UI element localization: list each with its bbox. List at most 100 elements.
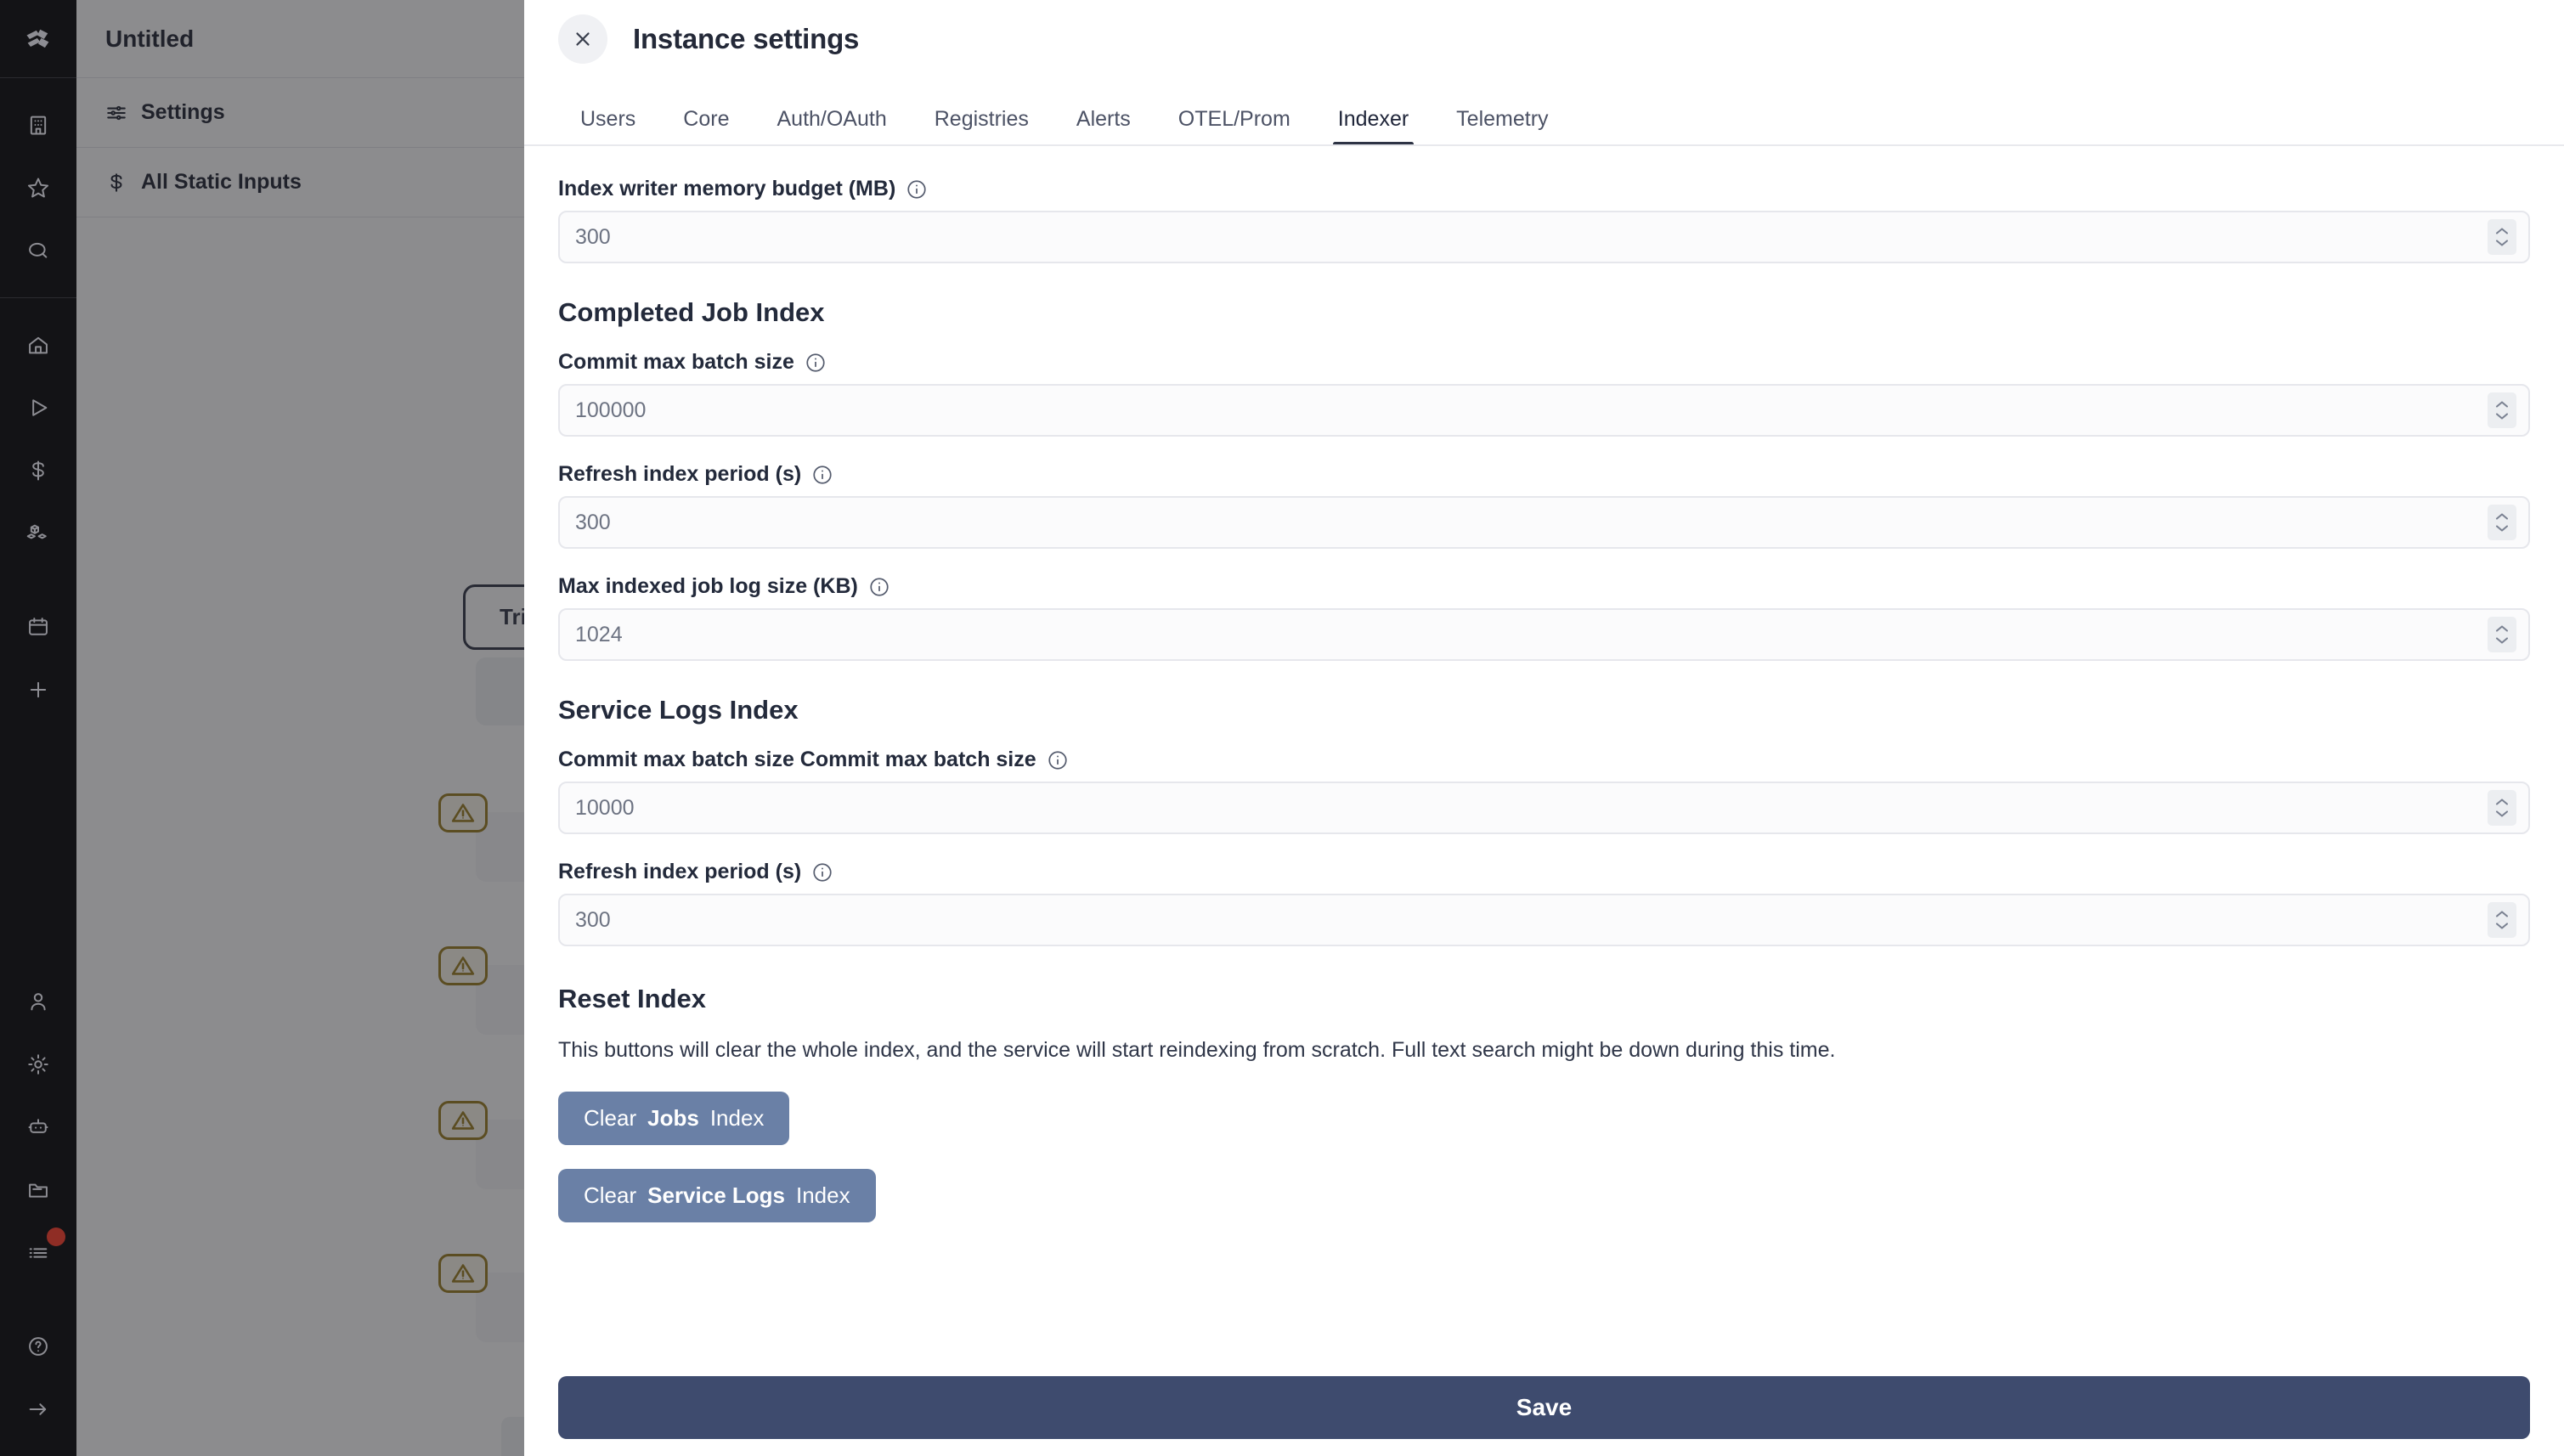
- info-icon[interactable]: [906, 178, 928, 200]
- clear-jobs-index-row: Clear Jobs Index: [558, 1091, 2530, 1169]
- number-stepper[interactable]: [2488, 219, 2516, 255]
- field-label: Max indexed job log size (KB): [558, 574, 2530, 599]
- field-service-commit-max-batch-size: Commit max batch size Commit max batch s…: [558, 748, 2530, 834]
- field-label-text: Refresh index period (s): [558, 462, 802, 486]
- completed-commit-max-batch-size-input[interactable]: 100000: [558, 384, 2530, 437]
- number-stepper[interactable]: [2488, 617, 2516, 652]
- service-commit-max-batch-size-input[interactable]: 10000: [558, 782, 2530, 834]
- left-nav-rail: [0, 0, 76, 1456]
- play-icon[interactable]: [14, 384, 62, 432]
- field-label-text: Refresh index period (s): [558, 860, 802, 883]
- chevron-down-icon: [2495, 810, 2509, 817]
- home-icon[interactable]: [14, 321, 62, 369]
- input-value: 100000: [575, 398, 647, 422]
- tab-core[interactable]: Core: [659, 107, 753, 146]
- notification-badge: [47, 1227, 65, 1246]
- chevron-up-icon: [2495, 228, 2509, 234]
- rail-group-footer: [0, 1300, 76, 1456]
- star-icon[interactable]: [14, 164, 62, 212]
- help-icon[interactable]: [14, 1323, 62, 1370]
- field-completed-commit-max-batch-size: Commit max batch size 100000: [558, 350, 2530, 437]
- input-value: 300: [575, 510, 611, 534]
- clear-service-logs-index-button[interactable]: Clear Service Logs Index: [558, 1168, 876, 1222]
- building-icon[interactable]: [14, 101, 62, 149]
- gear-icon[interactable]: [14, 1041, 62, 1088]
- input-value: 1024: [575, 622, 623, 646]
- chevron-down-icon: [2495, 240, 2509, 246]
- info-icon[interactable]: [1047, 749, 1069, 771]
- indexer-settings-panel: Index writer memory budget (MB) 300 Comp…: [524, 146, 2564, 1376]
- service-refresh-index-period-input[interactable]: 300: [558, 894, 2530, 946]
- input-value: 300: [575, 907, 611, 932]
- max-indexed-job-log-size-input[interactable]: 1024: [558, 608, 2530, 661]
- completed-refresh-index-period-input[interactable]: 300: [558, 496, 2530, 549]
- tab-otel-prom[interactable]: OTEL/Prom: [1155, 107, 1314, 146]
- clear-button-prefix: Clear: [584, 1104, 637, 1131]
- list-icon[interactable]: [14, 1227, 65, 1277]
- field-label: Index writer memory budget (MB): [558, 177, 2530, 201]
- chevron-up-icon: [2495, 911, 2509, 917]
- tab-auth-oauth[interactable]: Auth/OAuth: [753, 107, 910, 146]
- chevron-up-icon: [2495, 513, 2509, 520]
- field-label-text: Index writer memory budget (MB): [558, 177, 896, 200]
- field-label: Refresh index period (s): [558, 860, 2530, 884]
- dollar-icon[interactable]: [14, 447, 62, 494]
- info-icon[interactable]: [811, 464, 833, 486]
- tab-registries[interactable]: Registries: [911, 107, 1053, 146]
- field-service-refresh-index-period: Refresh index period (s) 300: [558, 860, 2530, 946]
- clear-button-suffix: Index: [709, 1104, 765, 1131]
- reset-index-description: This buttons will clear the whole index,…: [558, 1038, 1836, 1062]
- field-label: Commit max batch size: [558, 350, 2530, 375]
- chevron-up-icon: [2495, 625, 2509, 632]
- plus-icon[interactable]: [14, 666, 62, 714]
- section-title-reset-index: Reset Index: [558, 984, 707, 1013]
- folder-icon[interactable]: [14, 1166, 62, 1214]
- field-label-text: Max indexed job log size (KB): [558, 574, 858, 598]
- modal-footer: Save: [524, 1376, 2564, 1456]
- app-logo[interactable]: [0, 0, 76, 78]
- input-value: 300: [575, 224, 611, 249]
- info-icon[interactable]: [805, 352, 827, 374]
- number-stepper[interactable]: [2488, 902, 2516, 938]
- clear-button-emphasis: Jobs: [647, 1104, 699, 1131]
- arrow-right-icon[interactable]: [14, 1385, 62, 1433]
- page-title: Instance settings: [633, 23, 860, 54]
- field-max-indexed-job-log-size: Max indexed job log size (KB) 1024: [558, 574, 2530, 661]
- chevron-down-icon: [2495, 413, 2509, 420]
- save-button[interactable]: Save: [558, 1376, 2530, 1439]
- index-writer-memory-budget-input[interactable]: 300: [558, 211, 2530, 263]
- robot-icon[interactable]: [14, 1103, 62, 1151]
- chevron-down-icon: [2495, 525, 2509, 532]
- user-icon[interactable]: [14, 978, 62, 1025]
- field-label-text: Commit max batch size Commit max batch s…: [558, 748, 1036, 771]
- tabs-divider: [524, 144, 2564, 146]
- number-stepper[interactable]: [2488, 790, 2516, 826]
- boxes-icon[interactable]: [14, 510, 62, 557]
- tab-users[interactable]: Users: [556, 107, 659, 146]
- clear-jobs-index-button[interactable]: Clear Jobs Index: [558, 1091, 790, 1145]
- input-value: 10000: [575, 795, 635, 820]
- clear-service-logs-index-row: Clear Service Logs Index: [558, 1168, 2530, 1246]
- tab-indexer[interactable]: Indexer: [1314, 107, 1432, 146]
- close-icon[interactable]: [558, 14, 607, 64]
- number-stepper[interactable]: [2488, 392, 2516, 428]
- tab-list: Users Core Auth/OAuth Registries Alerts …: [524, 78, 2564, 146]
- chevron-down-icon: [2495, 637, 2509, 644]
- number-stepper[interactable]: [2488, 505, 2516, 540]
- chevron-up-icon: [2495, 799, 2509, 805]
- clear-button-suffix: Index: [796, 1182, 850, 1208]
- calendar-icon[interactable]: [14, 603, 62, 651]
- field-index-writer-memory-budget: Index writer memory budget (MB) 300: [558, 177, 2530, 263]
- tab-alerts[interactable]: Alerts: [1053, 107, 1155, 146]
- field-label: Refresh index period (s): [558, 462, 2530, 487]
- search-icon[interactable]: [14, 227, 62, 274]
- section-title-completed-job-index: Completed Job Index: [558, 297, 825, 327]
- rail-group-top: [0, 78, 76, 298]
- info-icon[interactable]: [811, 861, 833, 883]
- tabs-container: Users Core Auth/OAuth Registries Alerts …: [524, 78, 2564, 146]
- tab-telemetry[interactable]: Telemetry: [1432, 107, 1572, 146]
- rail-group-main: [0, 298, 76, 580]
- field-label-text: Commit max batch size: [558, 350, 794, 374]
- info-icon[interactable]: [868, 576, 890, 598]
- chevron-up-icon: [2495, 401, 2509, 408]
